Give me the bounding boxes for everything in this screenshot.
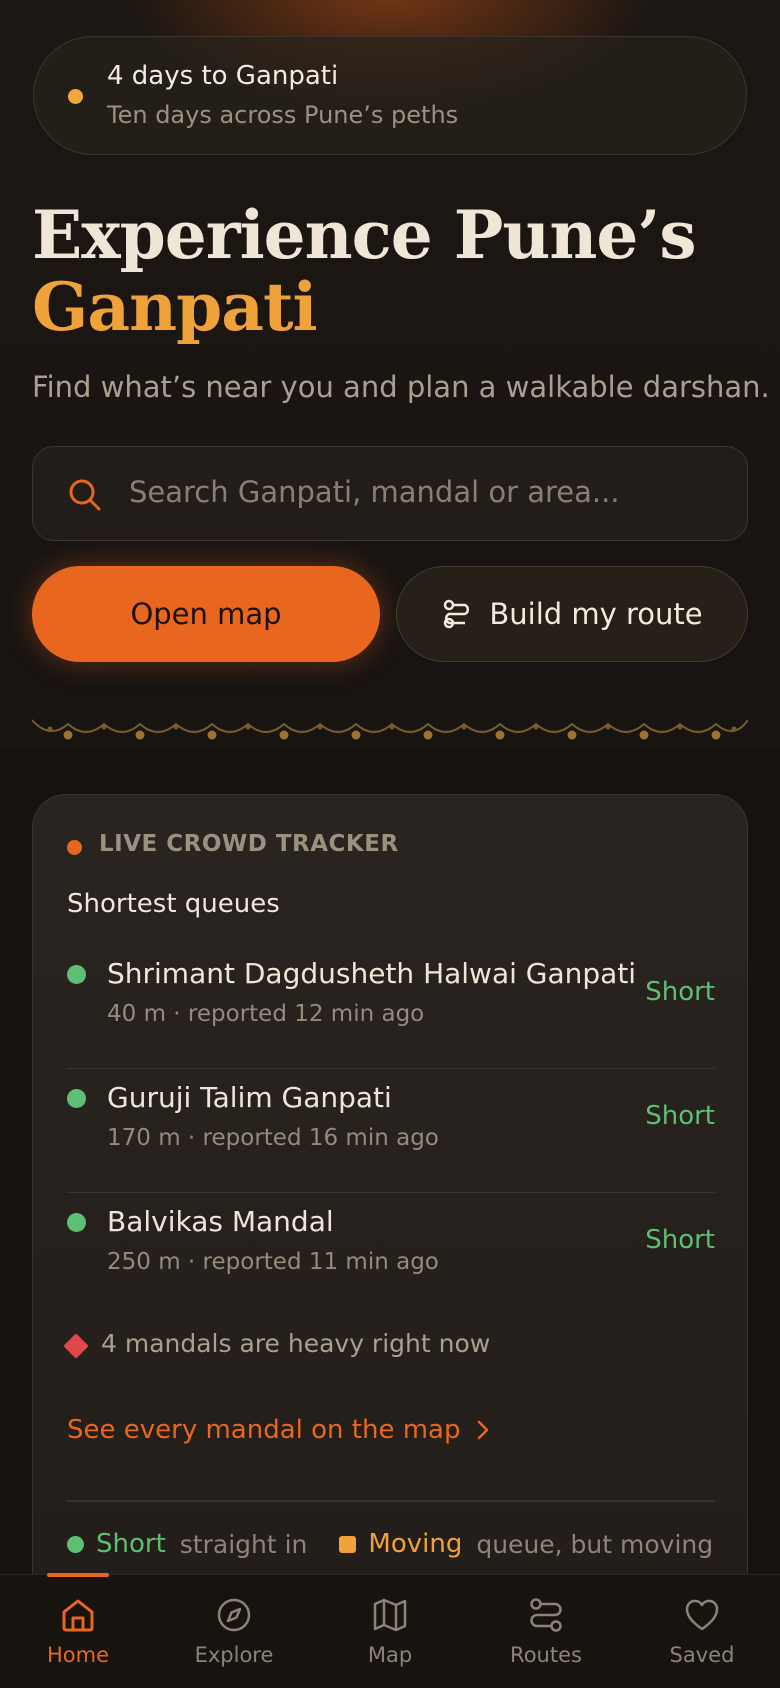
- open-map-label: Open map: [130, 597, 282, 631]
- mandal-name: Shrimant Dagdusheth Halwai Ganpati: [107, 957, 637, 990]
- mandal-name: Guruji Talim Ganpati: [107, 1081, 392, 1114]
- nav-explore-label: Explore: [194, 1643, 274, 1667]
- card-divider: [67, 1500, 715, 1502]
- nav-map-label: Map: [367, 1643, 413, 1667]
- shortest-queues-heading: Shortest queues: [67, 889, 280, 919]
- heavy-note: 4 mandals are heavy right now: [101, 1329, 491, 1358]
- queue-status: Short: [645, 1101, 715, 1131]
- search-icon: [69, 479, 101, 511]
- route-icon: [530, 1598, 562, 1632]
- nav-routes-label: Routes: [510, 1643, 582, 1667]
- queue-row[interactable]: Guruji Talim Ganpati 170 m · reported 16…: [67, 1069, 715, 1193]
- countdown-title: 4 days to Ganpati: [107, 61, 339, 91]
- chevron-right-icon: [477, 1420, 488, 1440]
- nav-saved[interactable]: Saved: [624, 1575, 780, 1688]
- open-map-button[interactable]: Open map: [32, 566, 380, 662]
- crowd-tracker-label: LIVE CROWD TRACKER: [99, 831, 399, 857]
- map-icon: [373, 1598, 407, 1632]
- nav-saved-label: Saved: [669, 1643, 735, 1667]
- moving-legend-icon: [339, 1535, 357, 1553]
- nav-home[interactable]: Home: [0, 1575, 156, 1688]
- status-dot-icon: [67, 965, 86, 984]
- mandal-name: Balvikas Mandal: [107, 1205, 334, 1238]
- countdown-dot-icon: [68, 89, 83, 104]
- crowd-tracker-card: LIVE CROWD TRACKER Shortest queues Shrim…: [32, 794, 748, 1688]
- hero-subtitle: Find what’s near you and plan a walkable…: [32, 370, 770, 404]
- bottom-nav: Home Explore Map Routes Saved: [0, 1573, 780, 1688]
- status-dot-icon: [67, 1089, 86, 1108]
- status-dot-icon: [67, 1213, 86, 1232]
- build-route-button[interactable]: Build my route: [396, 566, 748, 662]
- garland-divider: [32, 719, 748, 740]
- legend-short-desc: straight in: [179, 1529, 308, 1559]
- see-all-mandals-link[interactable]: See every mandal on the map: [67, 1415, 491, 1445]
- queue-status: Short: [645, 1225, 715, 1255]
- live-indicator-icon: [67, 840, 82, 855]
- queue-row[interactable]: Shrimant Dagdusheth Halwai Ganpati 40 m …: [67, 945, 715, 1069]
- countdown-banner[interactable]: 4 days to Ganpati Ten days across Pune’s…: [33, 36, 747, 155]
- legend-moving-desc: queue, but moving: [476, 1529, 714, 1559]
- queue-row[interactable]: Balvikas Mandal 250 m · reported 11 min …: [67, 1193, 715, 1317]
- nav-explore[interactable]: Explore: [156, 1575, 312, 1688]
- nav-home-label: Home: [46, 1643, 109, 1667]
- search-input[interactable]: Search Ganpati, mandal or area...: [32, 446, 748, 541]
- page-title-highlight: Ganpati: [32, 268, 318, 346]
- page-title: Experience Pune’s: [32, 196, 696, 274]
- heart-icon: [685, 1599, 719, 1631]
- heavy-warning-icon: [63, 1333, 89, 1359]
- home-icon: [62, 1599, 94, 1632]
- mandal-meta: 170 m · reported 16 min ago: [107, 1125, 439, 1151]
- countdown-subtitle: Ten days across Pune’s peths: [107, 101, 459, 129]
- compass-icon: [217, 1598, 251, 1632]
- nav-map[interactable]: Map: [312, 1575, 468, 1688]
- short-legend-icon: [67, 1535, 84, 1553]
- queue-legend: Short straight in Moving queue, but movi…: [67, 1529, 713, 1559]
- legend-short-label: Short: [96, 1529, 166, 1559]
- build-route-label: Build my route: [489, 597, 703, 631]
- nav-routes[interactable]: Routes: [468, 1575, 624, 1688]
- legend-moving-label: Moving: [368, 1529, 463, 1559]
- see-all-label: See every mandal on the map: [67, 1415, 461, 1445]
- route-icon: [444, 599, 470, 629]
- mandal-meta: 40 m · reported 12 min ago: [107, 1001, 425, 1027]
- mandal-meta: 250 m · reported 11 min ago: [107, 1249, 439, 1275]
- search-placeholder: Search Ganpati, mandal or area...: [129, 475, 620, 509]
- queue-status: Short: [645, 977, 715, 1007]
